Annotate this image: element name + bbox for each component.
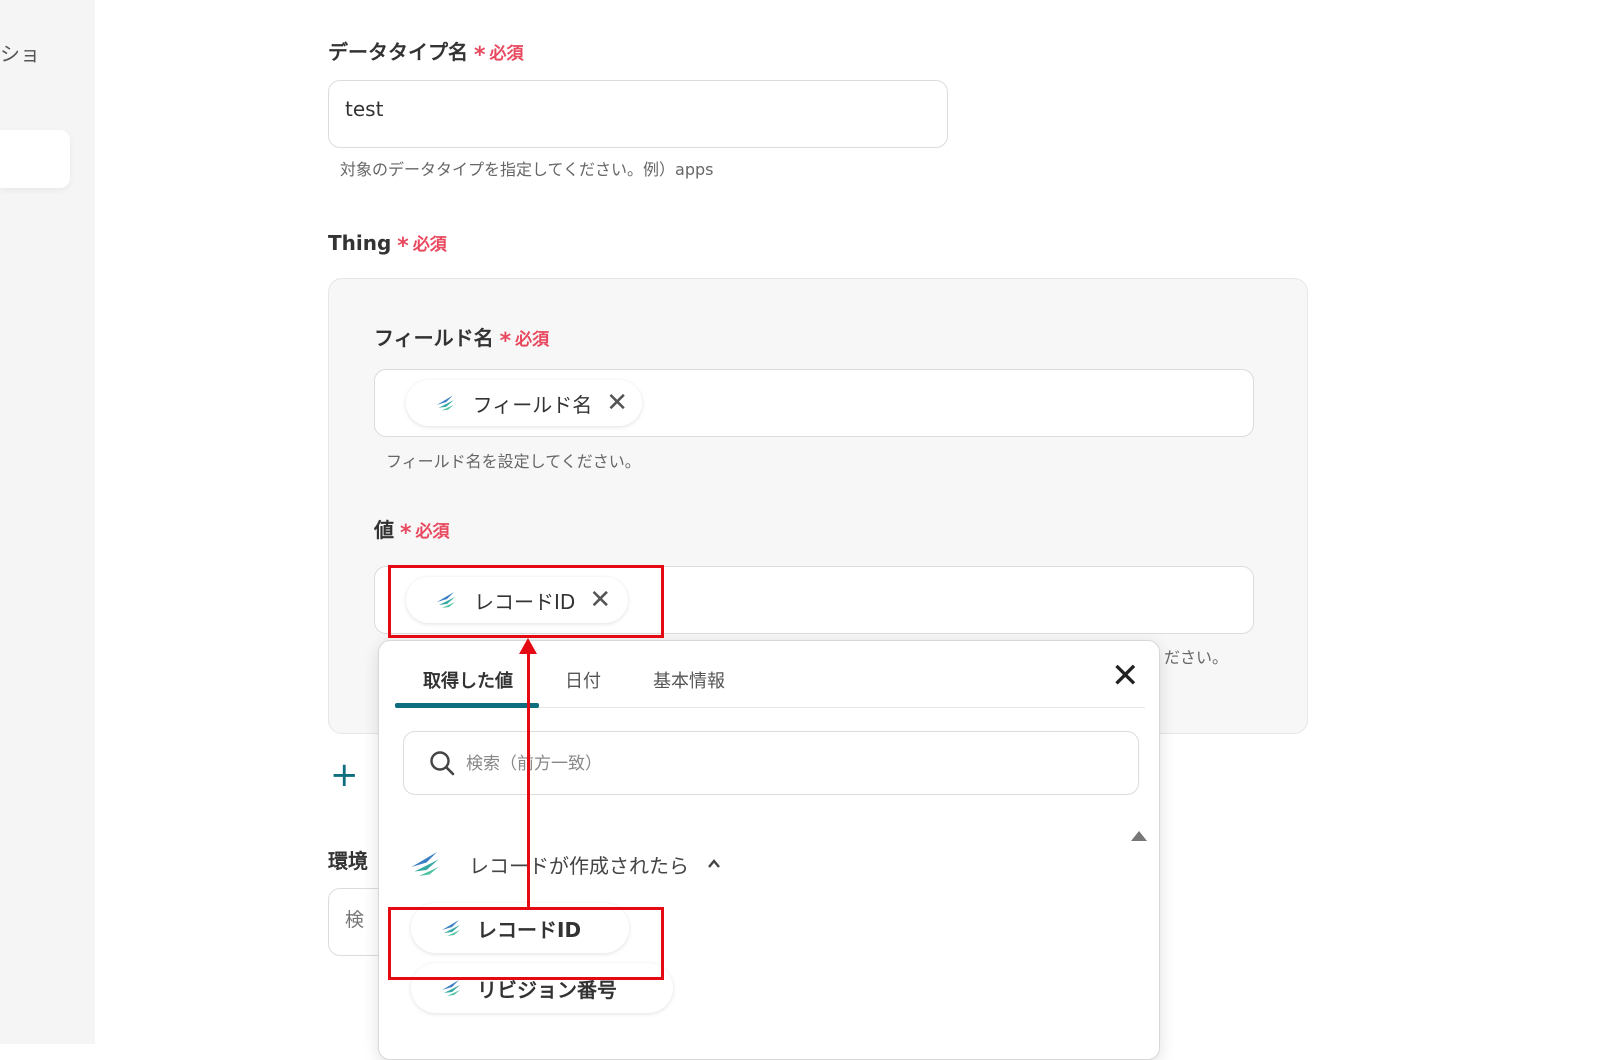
field-name-chip-label: フィールド名: [472, 392, 593, 417]
sidebar: ショ: [0, 0, 95, 1044]
datatype-input-value: test: [345, 97, 384, 121]
value-picker-popup: 取得した値 日付 基本情報 ✕ レコードが作成されたら レコードID リビジョン…: [378, 640, 1160, 1060]
datatype-label: データタイプ名 * 必須: [328, 36, 524, 68]
highlight-box-record-id: [388, 907, 664, 980]
datatype-hint: 対象のデータタイプを指定してください。例）apps: [340, 160, 714, 179]
thing-label: Thing * 必須: [328, 230, 447, 259]
value-label: 値 * 必須: [374, 514, 450, 546]
field-name-label-text: フィールド名: [374, 326, 494, 350]
chip-close-icon[interactable]: ✕: [606, 390, 628, 416]
value-label-text: 値: [374, 518, 394, 542]
app-logo-icon: [411, 852, 439, 876]
value-hint: ください。: [1148, 648, 1229, 667]
env-label: 環境: [328, 849, 368, 873]
field-name-chip[interactable]: フィールド名 ✕: [406, 380, 642, 426]
search-input[interactable]: [464, 744, 1108, 784]
close-icon[interactable]: ✕: [1111, 659, 1140, 693]
highlight-box-value: [388, 565, 664, 638]
field-name-label: フィールド名 * 必須: [374, 322, 550, 354]
annotation-arrow-head: [519, 638, 537, 654]
sidebar-card[interactable]: [0, 130, 70, 188]
active-tab-indicator: [395, 703, 539, 708]
thing-label-text: Thing: [328, 231, 392, 255]
datatype-label-text: データタイプ名: [328, 40, 468, 64]
annotation-arrow: [527, 648, 530, 910]
env-input-placeholder: 検: [345, 909, 365, 931]
add-field-button[interactable]: +: [330, 755, 359, 795]
chevron-up-icon: [708, 859, 720, 868]
required-mark: * 必須: [499, 329, 550, 354]
search-icon: [430, 751, 455, 776]
section-title: レコードが作成されたら: [469, 853, 689, 878]
app-logo-icon: [436, 395, 454, 411]
tab-acquired-values[interactable]: 取得した値: [423, 667, 513, 693]
required-mark: * 必須: [474, 43, 524, 68]
field-name-hint: フィールド名を設定してください。: [386, 452, 641, 471]
required-mark: * 必須: [397, 234, 447, 259]
search-field[interactable]: [403, 731, 1139, 795]
sidebar-text: ショ: [0, 42, 40, 66]
required-mark: * 必須: [400, 521, 450, 546]
datatype-input[interactable]: test: [328, 80, 948, 148]
scroll-up-icon[interactable]: [1131, 831, 1147, 841]
tab-date[interactable]: 日付: [565, 667, 601, 693]
tab-basic-info[interactable]: 基本情報: [653, 667, 725, 693]
section-record-created[interactable]: レコードが作成されたら: [407, 846, 721, 882]
